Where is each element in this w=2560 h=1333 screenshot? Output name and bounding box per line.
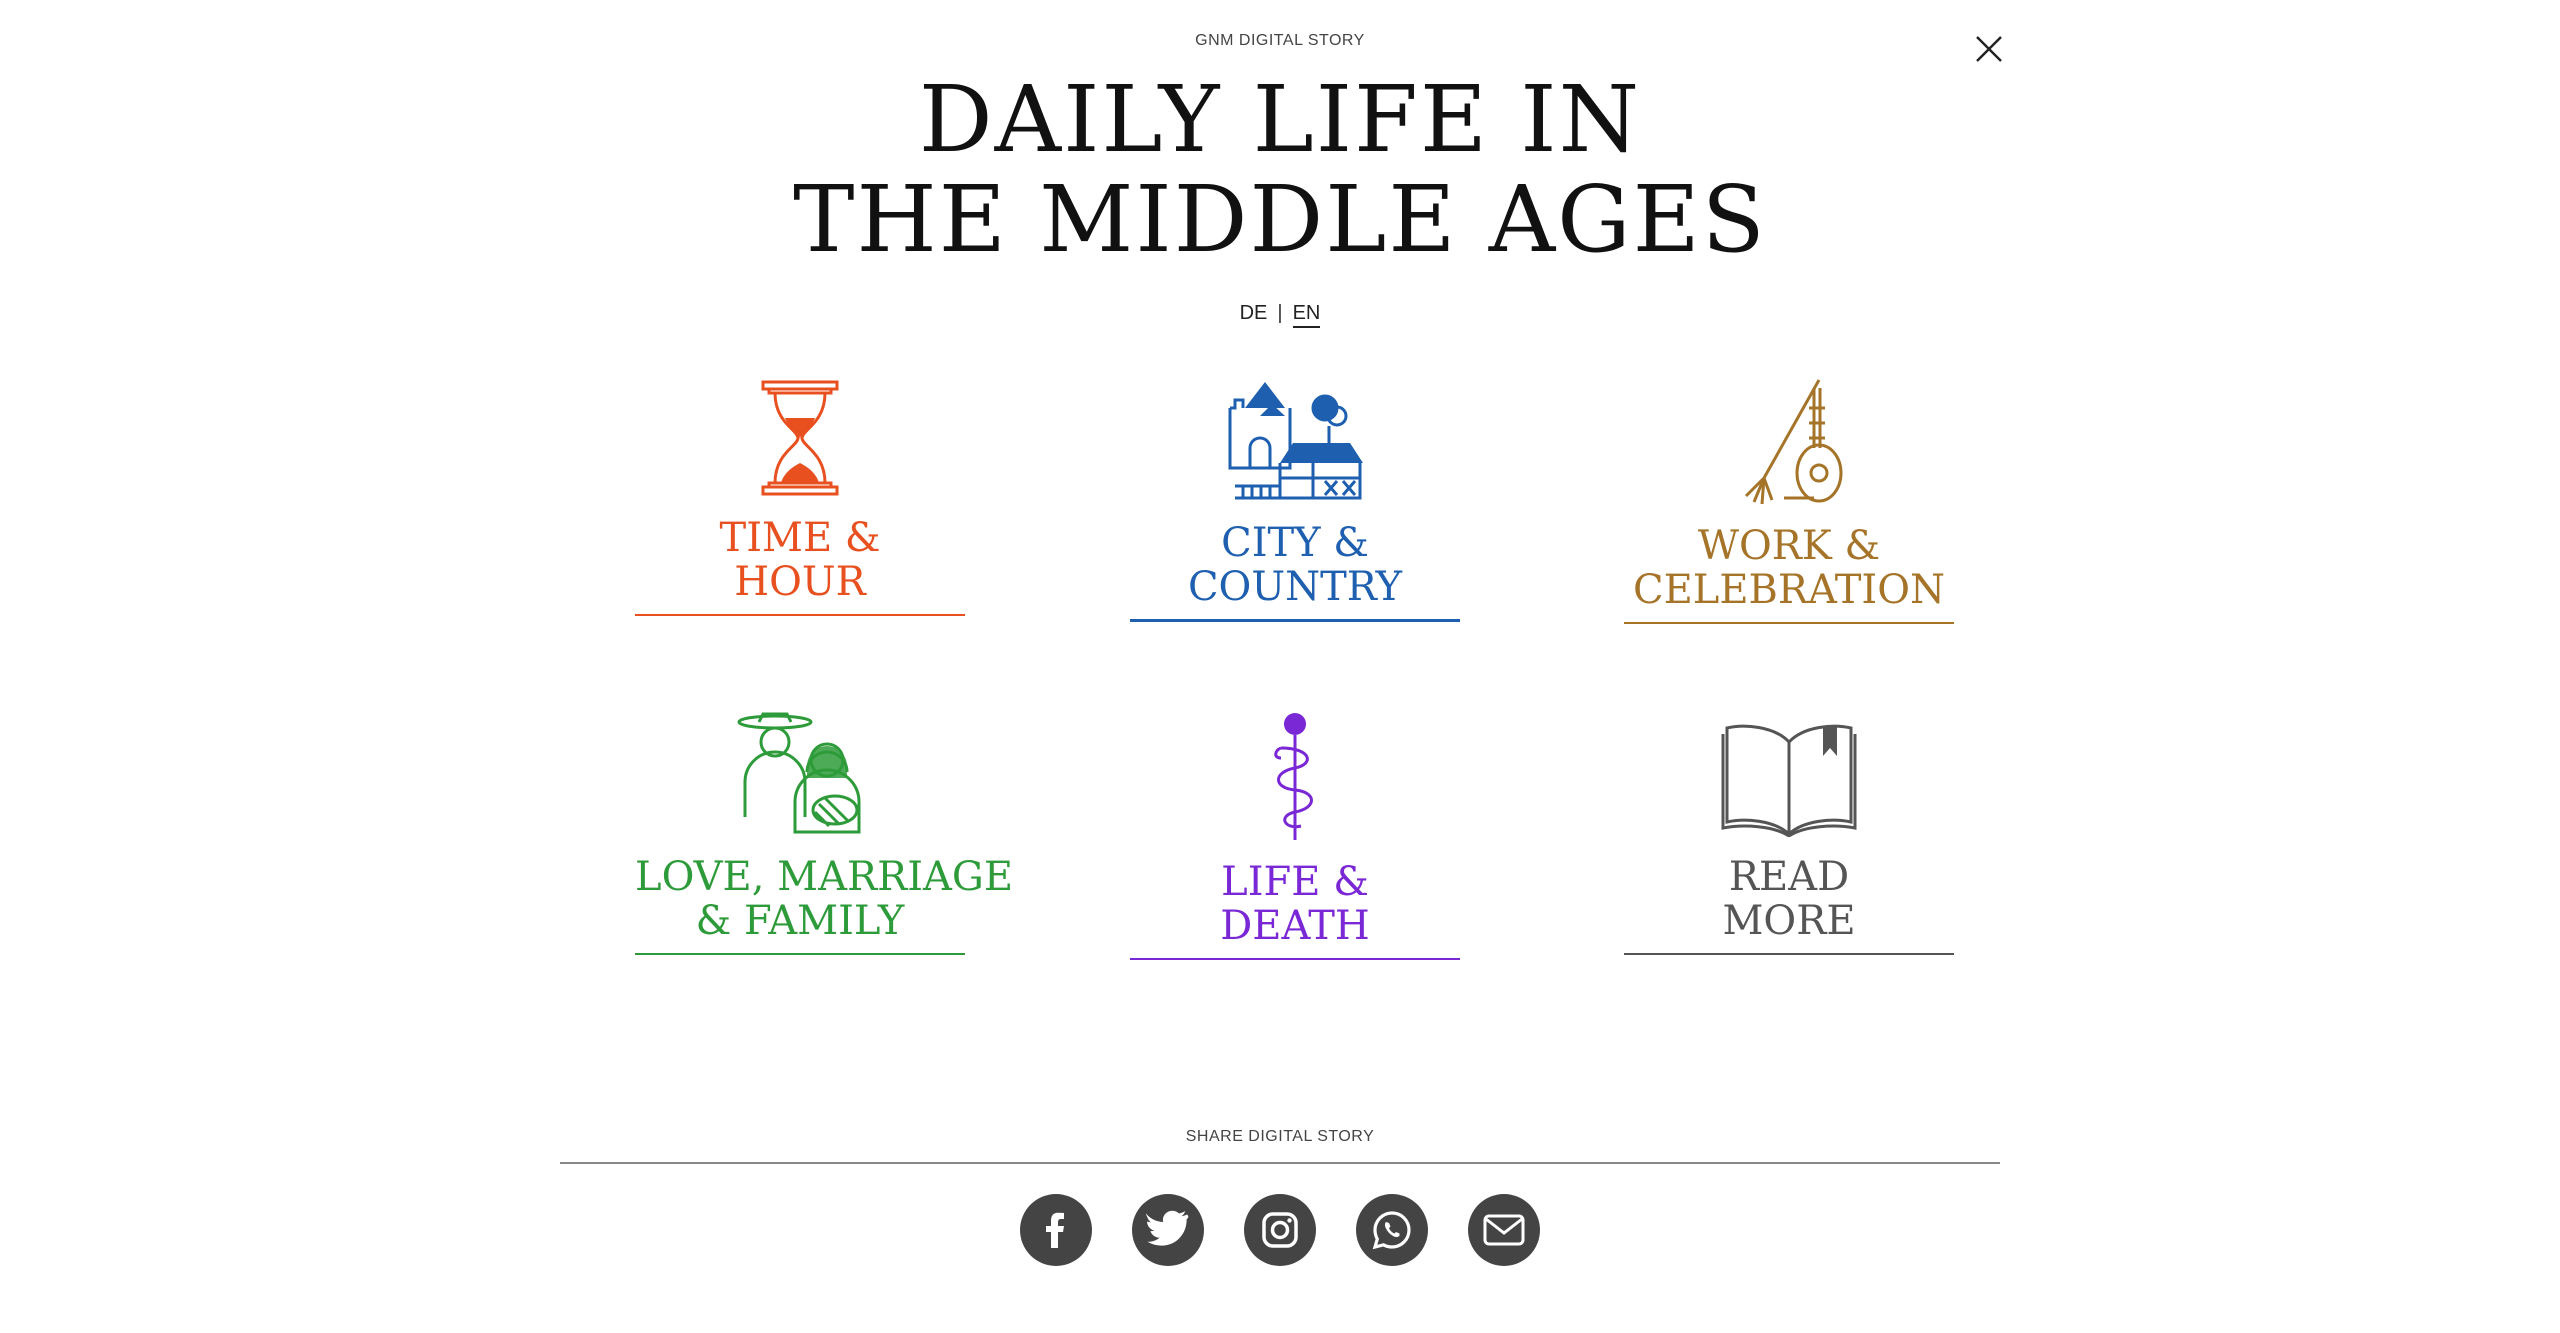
tile-label-line2: DEATH: [1220, 903, 1370, 949]
language-en-link[interactable]: EN: [1292, 302, 1321, 328]
tile-time-hour[interactable]: TIME & HOUR: [635, 378, 965, 616]
pitchfork-lute-icon: [1744, 379, 1843, 505]
tile-city-country[interactable]: CITY & COUNTRY: [1130, 378, 1460, 622]
tile-label-line1: TIME &: [719, 515, 881, 561]
tile-label-line2: HOUR: [734, 559, 866, 605]
tile-underline: [1130, 619, 1460, 622]
tile-read-more[interactable]: READ MORE: [1624, 712, 1954, 955]
tile-label: CITY & COUNTRY: [1130, 521, 1460, 619]
whatsapp-icon: [1372, 1211, 1411, 1250]
tile-label-line1: LOVE, MARRIAGE: [635, 854, 1014, 900]
staff-of-asclepius-icon: [1274, 713, 1313, 840]
language-separator: |: [1277, 302, 1283, 324]
twitter-share-button[interactable]: [1132, 1194, 1204, 1266]
tile-label-line2: COUNTRY: [1187, 564, 1403, 610]
language-de-link[interactable]: DE: [1240, 302, 1268, 324]
tile-love-marriage-family[interactable]: LOVE, MARRIAGE & FAMILY: [635, 712, 1014, 955]
page-title: DAILY LIFE IN THE MIDDLE AGES: [0, 70, 2560, 270]
tile-underline: [635, 953, 965, 955]
email-icon: [1483, 1214, 1525, 1246]
close-icon: [1976, 36, 2002, 62]
whatsapp-share-button[interactable]: [1356, 1194, 1428, 1266]
tile-label: TIME & HOUR: [635, 516, 965, 614]
tile-underline: [1130, 958, 1460, 960]
city-country-icon: [1228, 382, 1363, 500]
share-label: SHARE DIGITAL STORY: [1185, 1128, 1375, 1145]
facebook-icon: [1046, 1212, 1064, 1248]
share-divider: [560, 1162, 2000, 1164]
language-switcher: DE | EN: [0, 302, 2560, 328]
kicker-label: GNM DIGITAL STORY: [1195, 32, 1365, 49]
tile-label-line1: CITY &: [1221, 520, 1369, 566]
tile-label-line2: MORE: [1722, 898, 1856, 944]
instagram-icon: [1262, 1212, 1298, 1248]
tile-label-line2: CELEBRATION: [1632, 567, 1946, 613]
tile-label: LOVE, MARRIAGE & FAMILY: [635, 854, 1014, 953]
page-title-line2: THE MIDDLE AGES: [793, 166, 1767, 273]
tile-underline: [635, 614, 965, 616]
tile-label-line1: READ: [1728, 854, 1850, 900]
tile-underline: [1624, 953, 1954, 955]
facebook-share-button[interactable]: [1020, 1194, 1092, 1266]
open-book-icon: [1721, 724, 1857, 837]
twitter-icon: [1146, 1210, 1189, 1246]
tile-label: LIFE & DEATH: [1130, 860, 1460, 958]
email-share-button[interactable]: [1468, 1194, 1540, 1266]
tile-label: WORK & CELEBRATION: [1624, 524, 1954, 622]
family-icon: [737, 712, 861, 834]
instagram-share-button[interactable]: [1244, 1194, 1316, 1266]
tile-work-celebration[interactable]: WORK & CELEBRATION: [1624, 378, 1954, 624]
tile-label-line1: WORK &: [1697, 523, 1881, 569]
close-button[interactable]: [1972, 32, 2006, 66]
tile-label-line1: LIFE &: [1221, 859, 1369, 905]
menu-page: GNM DIGITAL STORY DAILY LIFE IN THE MIDD…: [0, 0, 2560, 1333]
tile-life-death[interactable]: LIFE & DEATH: [1130, 712, 1460, 960]
tile-label: READ MORE: [1624, 855, 1954, 953]
page-title-line1: DAILY LIFE IN: [918, 66, 1642, 173]
tile-label-line2: & FAMILY: [695, 898, 905, 944]
tile-underline: [1624, 622, 1954, 624]
hourglass-icon: [761, 380, 839, 496]
social-share-bar: [0, 1194, 2560, 1266]
